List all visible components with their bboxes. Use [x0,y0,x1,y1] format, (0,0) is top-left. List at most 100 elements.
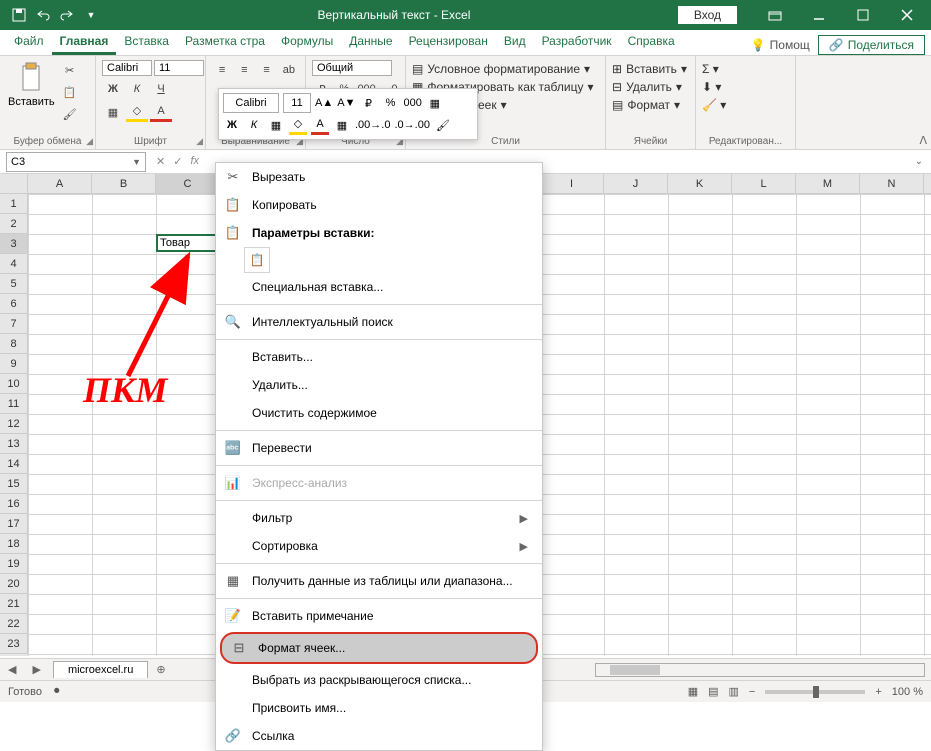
col-header-B[interactable]: B [92,174,156,193]
cm-insert[interactable]: Вставить... [216,343,542,371]
row-header-22[interactable]: 22 [0,614,28,634]
qat-dropdown-icon[interactable]: ▼ [82,6,100,24]
copy-icon[interactable]: 📋 [59,82,81,102]
active-cell[interactable]: Товар [156,234,218,252]
align-bottom-icon[interactable]: ≡ [257,60,277,80]
zoom-level[interactable]: 100 % [892,686,923,698]
align-middle-icon[interactable]: ≡ [234,60,254,80]
maximize-icon[interactable] [843,0,883,30]
mini-dec-decimal-icon[interactable]: .00→.0 [355,115,390,135]
zoom-thumb[interactable] [813,686,819,698]
tab-developer[interactable]: Разработчик [534,30,620,55]
sheet-nav-next-icon[interactable]: ▶ [24,663,48,676]
tab-file[interactable]: Файл [6,30,52,55]
collapse-ribbon-icon[interactable]: ᐱ [919,134,927,147]
row-header-17[interactable]: 17 [0,514,28,534]
paste-button[interactable]: Вставить [6,60,57,110]
fill-color-button[interactable]: ◇ [126,102,148,122]
font-dialog-icon[interactable]: ◢ [196,136,203,147]
row-header-19[interactable]: 19 [0,554,28,574]
enter-formula-icon[interactable]: ✓ [173,155,182,168]
row-header-16[interactable]: 16 [0,494,28,514]
wrap-text-icon[interactable]: ab [279,60,299,80]
mini-size-select[interactable]: 11 [283,93,311,113]
cm-clear[interactable]: Очистить содержимое [216,399,542,427]
row-header-11[interactable]: 11 [0,394,28,414]
mini-decrease-font-icon[interactable]: A▼ [337,93,355,113]
cut-icon[interactable]: ✂ [59,60,81,80]
font-color-button[interactable]: A [150,102,172,122]
col-header-M[interactable]: M [796,174,860,193]
row-header-21[interactable]: 21 [0,594,28,614]
row-header-7[interactable]: 7 [0,314,28,334]
row-header-12[interactable]: 12 [0,414,28,434]
save-icon[interactable] [10,6,28,24]
col-header-L[interactable]: L [732,174,796,193]
align-top-icon[interactable]: ≡ [212,60,232,80]
tab-home[interactable]: Главная [52,30,117,55]
hscroll-thumb[interactable] [610,665,660,675]
share-button[interactable]: 🔗Поделиться [818,35,925,55]
tab-data[interactable]: Данные [341,30,400,55]
row-header-2[interactable]: 2 [0,214,28,234]
col-header-J[interactable]: J [604,174,668,193]
row-header-14[interactable]: 14 [0,454,28,474]
cancel-formula-icon[interactable]: ✕ [156,155,165,168]
macro-record-icon[interactable]: ⏺ [54,685,60,698]
row-header-13[interactable]: 13 [0,434,28,454]
row-header-10[interactable]: 10 [0,374,28,394]
formula-bar-expand-icon[interactable]: ⌄ [907,156,931,167]
col-header-I[interactable]: I [540,174,604,193]
mini-bold-button[interactable]: Ж [223,115,241,135]
italic-button[interactable]: К [126,79,148,99]
zoom-in-icon[interactable]: + [875,686,881,698]
view-break-icon[interactable]: ▥ [729,685,739,698]
select-all-corner[interactable] [0,174,28,193]
conditional-format-button[interactable]: ▤Условное форматирование ▾ [412,60,599,78]
mini-format-painter-icon[interactable]: 🖌 [434,115,452,135]
zoom-slider[interactable] [765,690,865,694]
row-header-6[interactable]: 6 [0,294,28,314]
col-header-A[interactable]: A [28,174,92,193]
tab-help[interactable]: Справка [620,30,683,55]
row-header-5[interactable]: 5 [0,274,28,294]
mini-border-button[interactable]: ▦ [267,115,285,135]
underline-button[interactable]: Ч [150,79,172,99]
cm-format-cells[interactable]: ⊟Формат ячеек... [220,632,538,664]
delete-cells-button[interactable]: ⊟Удалить ▾ [612,78,689,96]
format-cells-button[interactable]: ▤Формат ▾ [612,96,689,114]
add-sheet-icon[interactable]: ⊕ [148,663,173,676]
border-button[interactable]: ▦ [102,102,124,122]
row-header-18[interactable]: 18 [0,534,28,554]
row-header-8[interactable]: 8 [0,334,28,354]
minimize-icon[interactable] [799,0,839,30]
cm-define-name[interactable]: Присвоить имя... [216,694,542,722]
row-header-15[interactable]: 15 [0,474,28,494]
fill-button[interactable]: ⬇ ▾ [702,78,789,96]
tab-review[interactable]: Рецензирован [401,30,496,55]
cm-link[interactable]: 🔗Ссылка [216,722,542,750]
cm-translate[interactable]: 🔤Перевести [216,434,542,462]
insert-cells-button[interactable]: ⊞Вставить ▾ [612,60,689,78]
mini-italic-button[interactable]: К [245,115,263,135]
clipboard-dialog-icon[interactable]: ◢ [86,136,93,147]
cm-cut[interactable]: ✂Вырезать [216,163,542,191]
mini-increase-font-icon[interactable]: A▲ [315,93,333,113]
mini-inc-decimal-icon[interactable]: .0→.00 [394,115,429,135]
row-header-1[interactable]: 1 [0,194,28,214]
tab-view[interactable]: Вид [496,30,534,55]
font-size-select[interactable]: 11 [154,60,204,76]
row-header-3[interactable]: 3 [0,234,28,254]
mini-thousands-icon[interactable]: 000 [403,93,421,113]
sheet-tab[interactable]: microexcel.ru [53,661,148,678]
redo-icon[interactable] [58,6,76,24]
fx-icon[interactable]: fx [190,155,199,168]
clear-button[interactable]: 🧹 ▾ [702,96,789,114]
undo-icon[interactable] [34,6,52,24]
col-header-K[interactable]: K [668,174,732,193]
col-header-C[interactable]: C [156,174,220,193]
ribbon-options-icon[interactable] [755,0,795,30]
mini-border2-button[interactable]: ▦ [333,115,351,135]
cm-dropdown-list[interactable]: Выбрать из раскрывающегося списка... [216,666,542,694]
font-name-select[interactable]: Calibri [102,60,152,76]
